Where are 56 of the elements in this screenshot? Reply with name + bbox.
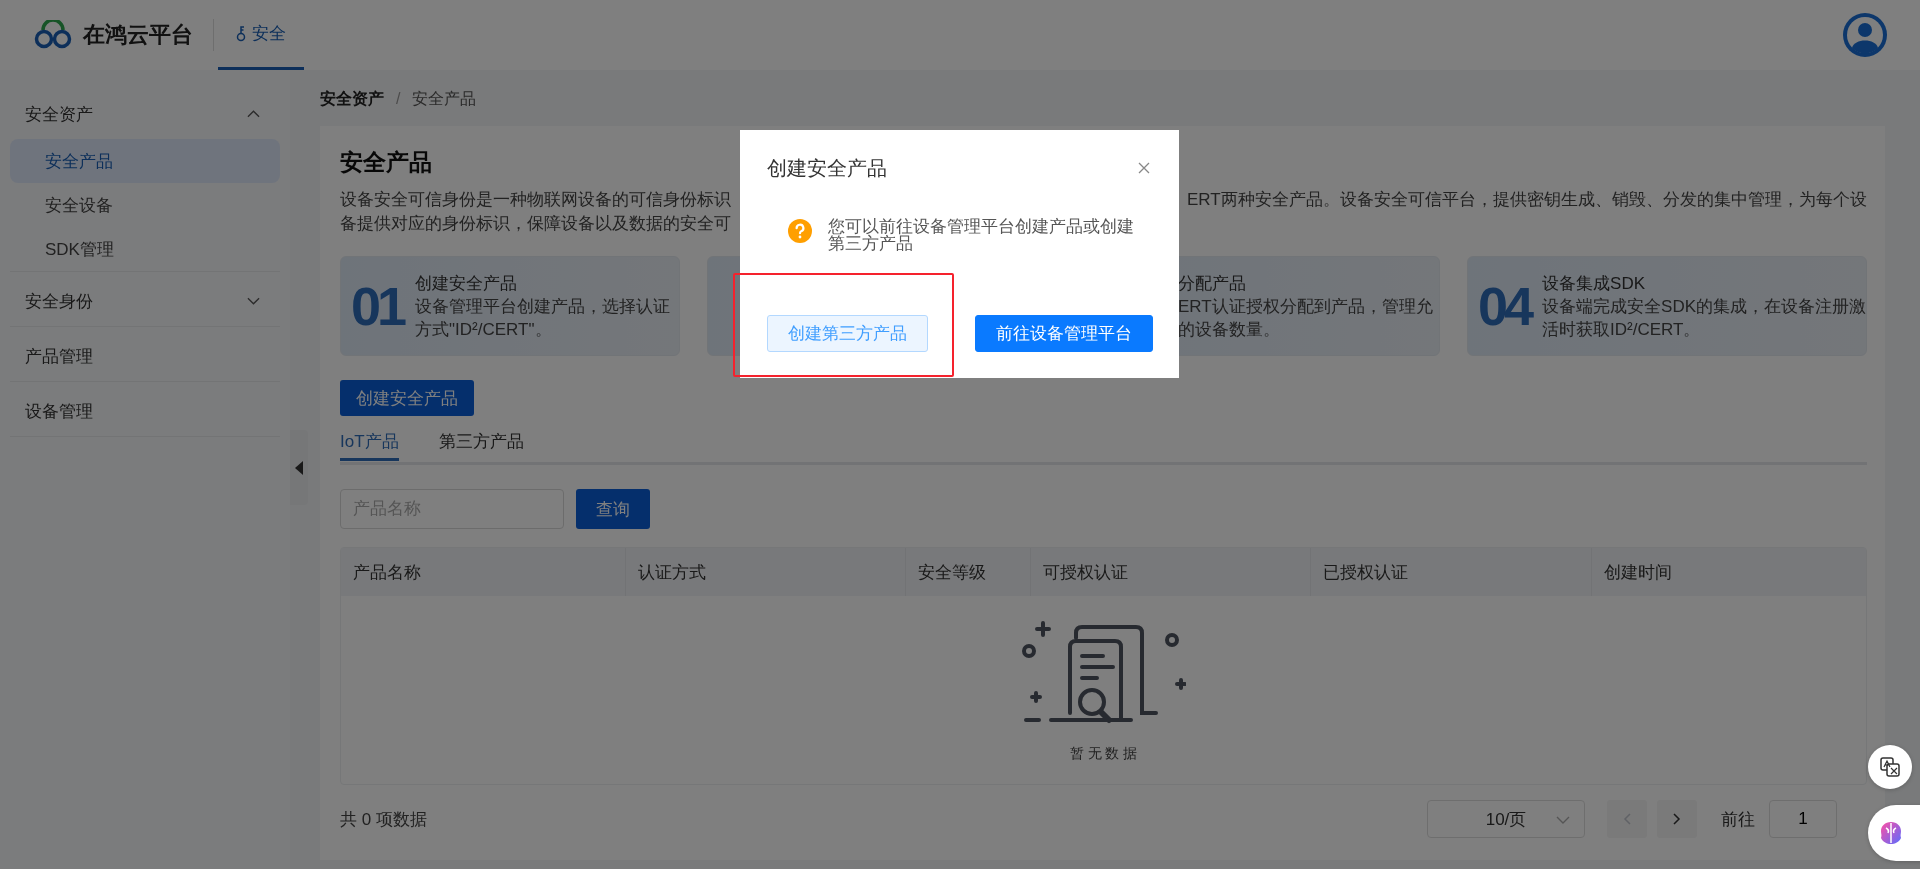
caret-icon — [1556, 816, 1570, 824]
column-header: 已授权认证 — [1311, 548, 1592, 596]
column-header: 创建时间 — [1603, 561, 1673, 584]
step-number: 04 — [1478, 276, 1531, 336]
column-header: 产品名称 — [341, 548, 626, 596]
column-header: 认证方式 — [626, 548, 906, 596]
step-description: ERT认证授权分配到产品，管理允 — [1178, 295, 1433, 318]
create-third-party-button[interactable]: 创建第三方产品 — [767, 315, 928, 352]
breadcrumb-item[interactable]: 安全资产 — [320, 88, 384, 110]
chevron-up-icon — [247, 110, 260, 118]
dialog-title: 创建安全产品 — [767, 155, 887, 181]
brand-name: 在鸿云平台 — [83, 21, 193, 49]
key-icon — [236, 25, 246, 42]
chevron-down-icon — [247, 297, 260, 305]
go-to-platform-button[interactable]: 前往设备管理平台 — [975, 315, 1153, 352]
breadcrumb-item: 安全产品 — [412, 88, 477, 109]
tab[interactable]: IoT产品 — [340, 426, 399, 461]
logo-icon — [33, 20, 73, 50]
step-title: 分配产品 — [1178, 272, 1247, 295]
empty-message: 暂 无 数 据 — [1069, 744, 1138, 763]
step-description: 设备端完成安全SDK的集成，在设备注册激 — [1542, 295, 1867, 318]
question-icon — [788, 219, 812, 243]
sidebar-item[interactable]: 产品管理 — [10, 331, 280, 381]
chevron-left-icon — [1623, 813, 1631, 825]
step-description: 方式"ID²/CERT"。 — [415, 318, 553, 341]
step-description: 设备管理平台创建产品，选择认证 — [415, 295, 671, 318]
create-product-button[interactable]: 创建安全产品 — [340, 380, 474, 416]
goto-label: 前往 — [1721, 808, 1755, 831]
sidebar-item[interactable]: 安全产品 — [10, 139, 280, 183]
chevron-right-icon — [1673, 813, 1681, 825]
query-button[interactable]: 查询 — [576, 489, 650, 529]
dialog-message: 您可以前往设备管理平台创建产品或创建第三方产品 — [828, 218, 1135, 252]
column-header: 可授权认证 — [1031, 548, 1311, 596]
page-title: 安全产品 — [340, 148, 432, 176]
step-title: 创建安全产品 — [415, 272, 519, 295]
sidebar-item[interactable]: 安全资产 — [10, 89, 280, 139]
step-number: 01 — [351, 276, 404, 336]
total-count: 共 0 项数据 — [340, 808, 427, 831]
description-text: 设备安全可信身份是一种物联网设备的可信身份标识 — [340, 189, 732, 211]
close-icon[interactable] — [1138, 162, 1150, 174]
sidebar-item[interactable]: 设备管理 — [10, 386, 280, 436]
translate-icon — [1878, 755, 1902, 779]
sidebar-item[interactable]: 安全身份 — [10, 276, 280, 326]
description-text: 备提供对应的身份标识，保障设备以及数据的安全可 — [340, 213, 732, 235]
step-title: 设备集成SDK — [1542, 272, 1647, 295]
sidebar-item[interactable]: 安全设备 — [10, 183, 280, 227]
column-header: 安全等级 — [906, 548, 1031, 596]
user-avatar-icon[interactable] — [1843, 13, 1887, 57]
description-text: ERT两种安全产品。设备安全可信平台，提供密钥生成、销毁、分发的集中管理，为每个设 — [1187, 189, 1867, 211]
step-description: 活时获取ID²/CERT。 — [1542, 318, 1702, 341]
page-number-field[interactable]: 1 — [1769, 800, 1837, 838]
step-description: 的设备数量。 — [1178, 318, 1281, 341]
page-size-select[interactable]: 10/页 — [1427, 800, 1585, 838]
sidebar-item[interactable]: SDK管理 — [10, 227, 280, 271]
breadcrumb-separator: / — [396, 90, 401, 108]
tab[interactable]: 第三方产品 — [438, 426, 524, 461]
